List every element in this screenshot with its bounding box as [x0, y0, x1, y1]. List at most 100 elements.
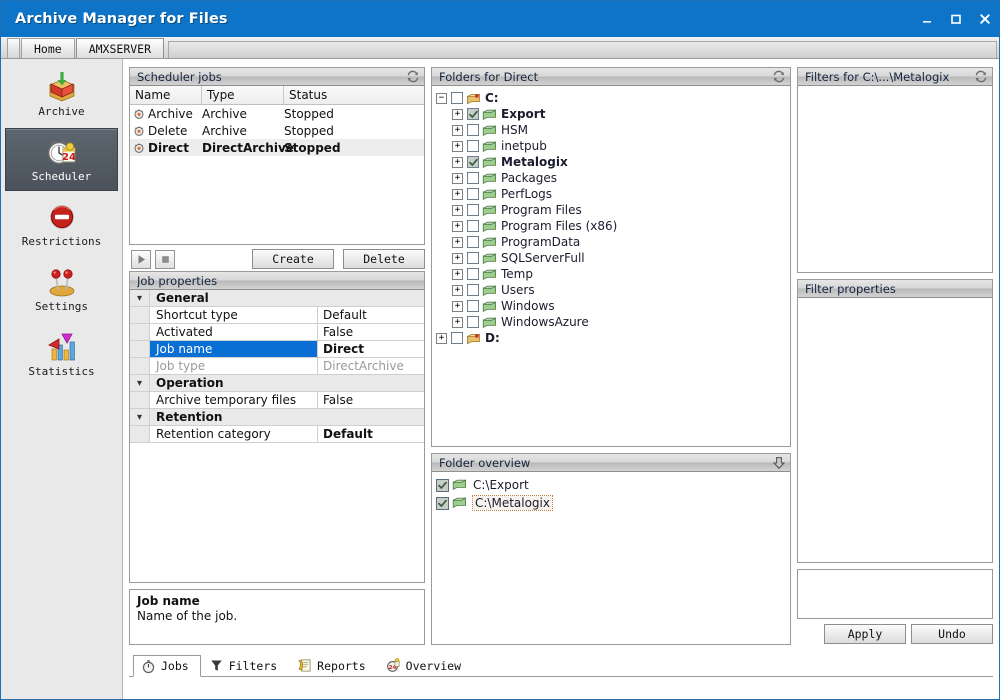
minimize-icon[interactable] [919, 11, 935, 27]
table-row[interactable]: Delete Archive Stopped [130, 122, 424, 139]
expand-icon[interactable]: + [436, 333, 447, 344]
sidebar-item-statistics[interactable]: Statistics [5, 323, 118, 386]
tree-node-users[interactable]: +Users [436, 282, 790, 298]
tab-filters[interactable]: Filters [201, 654, 289, 676]
close-icon[interactable] [977, 11, 993, 27]
down-arrow-icon[interactable] [770, 455, 787, 470]
stop-job-button[interactable] [155, 250, 175, 269]
tree-node-program-files-x86[interactable]: +Program Files (x86) [436, 218, 790, 234]
property-value[interactable]: Default [318, 426, 424, 443]
list-item[interactable]: C:\Export [436, 476, 790, 494]
filter-properties-grid[interactable] [798, 298, 992, 562]
list-item[interactable]: C:\Metalogix [436, 494, 790, 512]
tab-overview[interactable]: 24 Overview [378, 654, 473, 676]
delete-button[interactable]: Delete [343, 249, 425, 269]
tree-node-checkbox[interactable] [467, 172, 479, 184]
tree-node-windows[interactable]: +Windows [436, 298, 790, 314]
chevron-down-icon[interactable]: ▾ [130, 375, 150, 392]
table-row-selected[interactable]: Direct DirectArchive Stopped [130, 139, 424, 156]
tree-node-checkbox[interactable] [467, 236, 479, 248]
tree-node-export[interactable]: +Export [436, 106, 790, 122]
sidebar-item-archive[interactable]: Archive [5, 63, 118, 126]
expand-icon[interactable]: + [452, 221, 463, 232]
table-row[interactable]: Archive Archive Stopped [130, 105, 424, 122]
filters-list[interactable] [798, 86, 992, 272]
chevron-down-icon[interactable]: ▾ [130, 290, 150, 307]
tree-node-temp[interactable]: +Temp [436, 266, 790, 282]
tree-node-sqlserverfull[interactable]: +SQLServerFull [436, 250, 790, 266]
tree-node-d[interactable]: +D: [436, 330, 790, 346]
tree-node-checkbox[interactable] [467, 156, 479, 168]
tree-node-checkbox[interactable] [467, 316, 479, 328]
refresh-icon[interactable] [404, 69, 421, 84]
tree-node-checkbox[interactable] [467, 124, 479, 136]
tree-node-c[interactable]: −C: [436, 90, 790, 106]
property-row[interactable]: Activated False [130, 324, 424, 341]
property-row-selected[interactable]: Job name Direct [130, 341, 424, 358]
sidebar-item-restrictions[interactable]: Restrictions [5, 193, 118, 256]
refresh-icon[interactable] [972, 69, 989, 84]
sidebar-item-settings[interactable]: Settings [5, 258, 118, 321]
tree-node-packages[interactable]: +Packages [436, 170, 790, 186]
tree-node-checkbox[interactable] [467, 284, 479, 296]
start-job-button[interactable] [131, 250, 151, 269]
expand-icon[interactable]: + [452, 301, 463, 312]
tree-node-programdata[interactable]: +ProgramData [436, 234, 790, 250]
expand-icon[interactable]: + [452, 141, 463, 152]
tree-node-perflogs[interactable]: +PerfLogs [436, 186, 790, 202]
column-header-name[interactable]: Name [130, 86, 202, 104]
tree-node-windowsazure[interactable]: +WindowsAzure [436, 314, 790, 330]
tree-node-checkbox[interactable] [451, 92, 463, 104]
tree-node-checkbox[interactable] [451, 332, 463, 344]
expand-icon[interactable]: + [452, 205, 463, 216]
tree-node-checkbox[interactable] [467, 204, 479, 216]
tree-node-checkbox[interactable] [467, 268, 479, 280]
tree-node-checkbox[interactable] [467, 220, 479, 232]
column-header-type[interactable]: Type [202, 86, 284, 104]
property-value[interactable]: Direct [318, 341, 424, 358]
expand-icon[interactable]: + [452, 189, 463, 200]
property-value[interactable]: False [318, 392, 424, 409]
create-button[interactable]: Create [252, 249, 334, 269]
sidebar-item-scheduler[interactable]: 24 Scheduler [5, 128, 118, 191]
expand-icon[interactable]: + [452, 253, 463, 264]
property-category[interactable]: ▾ Operation [130, 375, 424, 392]
tree-node-checkbox[interactable] [467, 252, 479, 264]
property-row[interactable]: Archive temporary files False [130, 392, 424, 409]
tree-node-checkbox[interactable] [467, 188, 479, 200]
expand-icon[interactable]: + [452, 269, 463, 280]
overview-checkbox[interactable] [436, 497, 449, 510]
tree-node-metalogix[interactable]: +Metalogix [436, 154, 790, 170]
maximize-icon[interactable] [948, 11, 964, 27]
expand-icon[interactable]: + [452, 173, 463, 184]
overview-checkbox[interactable] [436, 479, 449, 492]
tree-node-hsm[interactable]: +HSM [436, 122, 790, 138]
tab-reports[interactable]: Reports [289, 654, 377, 676]
tab-amxserver[interactable]: AMXSERVER [76, 38, 164, 58]
property-row[interactable]: Shortcut type Default [130, 307, 424, 324]
tree-node-checkbox[interactable] [467, 140, 479, 152]
apply-button[interactable]: Apply [824, 624, 906, 644]
property-value[interactable]: Default [318, 307, 424, 324]
expand-icon[interactable]: + [452, 109, 463, 120]
expand-icon[interactable]: + [452, 157, 463, 168]
collapse-icon[interactable]: − [436, 93, 447, 104]
tree-node-checkbox[interactable] [467, 300, 479, 312]
column-header-status[interactable]: Status [284, 86, 424, 104]
tab-home[interactable]: Home [21, 38, 75, 58]
chevron-down-icon[interactable]: ▾ [130, 409, 150, 426]
property-value[interactable]: False [318, 324, 424, 341]
property-row[interactable]: Retention category Default [130, 426, 424, 443]
undo-button[interactable]: Undo [911, 624, 993, 644]
tree-node-checkbox[interactable] [467, 108, 479, 120]
tree-node-inetpub[interactable]: +inetpub [436, 138, 790, 154]
expand-icon[interactable]: + [452, 237, 463, 248]
expand-icon[interactable]: + [452, 285, 463, 296]
property-category[interactable]: ▾ General [130, 290, 424, 307]
expand-icon[interactable]: + [452, 317, 463, 328]
tab-jobs[interactable]: Jobs [133, 655, 201, 677]
expand-icon[interactable]: + [452, 125, 463, 136]
tree-node-program-files[interactable]: +Program Files [436, 202, 790, 218]
refresh-icon[interactable] [770, 69, 787, 84]
property-category[interactable]: ▾ Retention [130, 409, 424, 426]
